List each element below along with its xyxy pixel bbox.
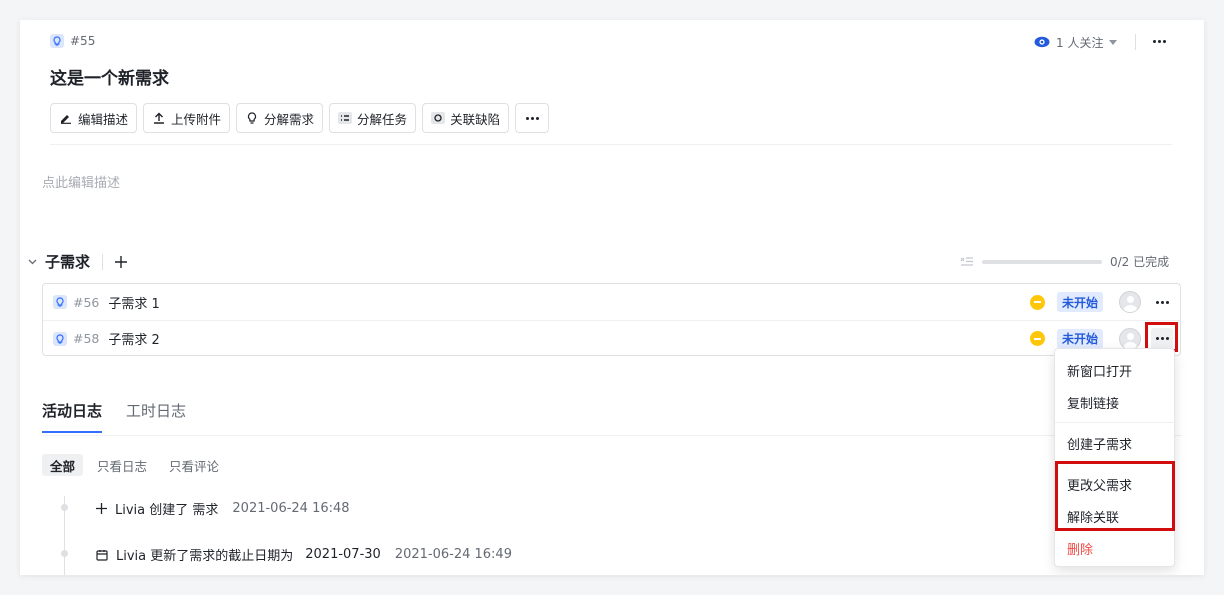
tab-worktime-log[interactable]: 工时日志 [126,400,186,433]
requirement-detail-card: #55 这是一个新需求 1 人关注 编辑描述 上传附件 分解需求 分解任务 关联… [20,20,1204,575]
subreq-divider [102,253,104,270]
menu-delete[interactable]: 删除 [1067,539,1093,558]
row-more-button[interactable] [1151,291,1173,313]
log-entry: Livia 创建了 需求 2021-06-24 16:48 [96,499,350,518]
chevron-down-icon[interactable] [28,259,37,265]
split-requirement-button[interactable]: 分解需求 [236,103,324,133]
subreq-id: #56 [73,294,100,310]
bulb-icon [245,111,259,125]
progress-text: 0/2 已完成 [1110,255,1170,269]
timeline-dot [61,550,68,557]
split-task-button[interactable]: 分解任务 [329,103,417,133]
menu-create-subreq[interactable]: 创建子需求 [1067,434,1132,453]
link-defect-label: 关联缺陷 [450,111,501,127]
task-list-icon [338,111,353,125]
priority-icon[interactable] [1030,294,1045,310]
toolbar-more-button[interactable] [515,103,550,133]
highlight-box [1055,461,1175,531]
log-time: 2021-06-24 16:48 [232,501,350,516]
log-date: 2021-07-30 [305,547,381,562]
subreq-list: #56 子需求 1 未开始 #58 子需求 2 未开始 [42,283,1181,356]
avatar[interactable] [1119,327,1141,350]
requirement-bulb-icon [53,295,67,309]
subreq-header: 子需求 [28,251,128,272]
edit-description-label: 编辑描述 [78,111,129,127]
row-context-menu: 新窗口打开 复制链接 创建子需求 更改父需求 解除关联 删除 [1054,348,1175,567]
tabs-divider [42,435,1182,436]
more-actions-button[interactable] [1153,40,1166,43]
subreq-id: #58 [73,331,100,346]
defect-icon [431,111,446,125]
divider [50,144,1172,145]
edit-description-button[interactable]: 编辑描述 [50,103,138,133]
subreq-title: 子需求 [45,253,91,271]
menu-open-new-window[interactable]: 新窗口打开 [1067,361,1132,380]
timeline-dot [61,504,68,511]
log-filters: 全部 只看日志 只看评论 [42,454,227,476]
requirement-bulb-icon [53,331,67,346]
subreq-progress: 0/2 已完成 [960,253,1169,270]
pencil-icon [59,111,73,125]
subreq-name[interactable]: 子需求 2 [108,329,159,348]
split-task-label: 分解任务 [357,111,408,127]
subreq-row[interactable]: #56 子需求 1 未开始 [43,284,1180,320]
status-badge[interactable]: 未开始 [1057,292,1104,312]
follow-button[interactable]: 1 人关注 [1034,32,1118,52]
filter-logs-only[interactable]: 只看日志 [89,454,155,476]
log-tabs: 活动日志 工时日志 [42,400,186,433]
collapse-list-icon[interactable] [960,256,974,268]
more-dots-icon [525,116,539,120]
log-text: Livia 更新了需求的截止日期为 [116,549,294,564]
filter-comments-only[interactable]: 只看评论 [161,454,227,476]
tab-activity-log[interactable]: 活动日志 [42,400,103,433]
toolbar: 编辑描述 上传附件 分解需求 分解任务 关联缺陷 [50,103,550,133]
menu-divider [1055,422,1174,423]
caret-down-icon [1109,39,1118,45]
log-entry: Livia 更新了需求的截止日期为 2021-07-30 2021-06-24 … [96,545,512,564]
status-badge[interactable]: 未开始 [1057,328,1104,349]
upload-attachment-label: 上传附件 [171,111,222,127]
avatar[interactable] [1119,291,1141,313]
item-id-row: #55 [50,34,95,48]
link-defect-button[interactable]: 关联缺陷 [422,103,510,133]
description-editor[interactable]: 点此编辑描述 [42,172,120,191]
subreq-name[interactable]: 子需求 1 [108,293,159,312]
item-id: #55 [70,34,96,48]
split-requirement-label: 分解需求 [264,111,315,127]
menu-copy-link[interactable]: 复制链接 [1067,393,1119,412]
filter-all[interactable]: 全部 [42,454,84,476]
log-text: Livia 创建了 需求 [115,503,219,518]
plus-icon [96,503,107,514]
requirement-bulb-icon [50,34,64,48]
progress-bar [982,259,1102,264]
eye-icon [1034,36,1050,48]
upload-icon [152,111,166,125]
log-time: 2021-06-24 16:49 [394,547,512,562]
priority-icon[interactable] [1030,331,1045,346]
add-subreq-icon[interactable] [115,255,128,268]
header-divider [1135,34,1136,50]
upload-attachment-button[interactable]: 上传附件 [143,103,231,133]
page-title[interactable]: 这是一个新需求 [50,64,169,89]
follow-label: 1 人关注 [1056,35,1104,50]
calendar-icon [96,549,108,561]
subreq-row[interactable]: #58 子需求 2 未开始 [43,320,1180,356]
